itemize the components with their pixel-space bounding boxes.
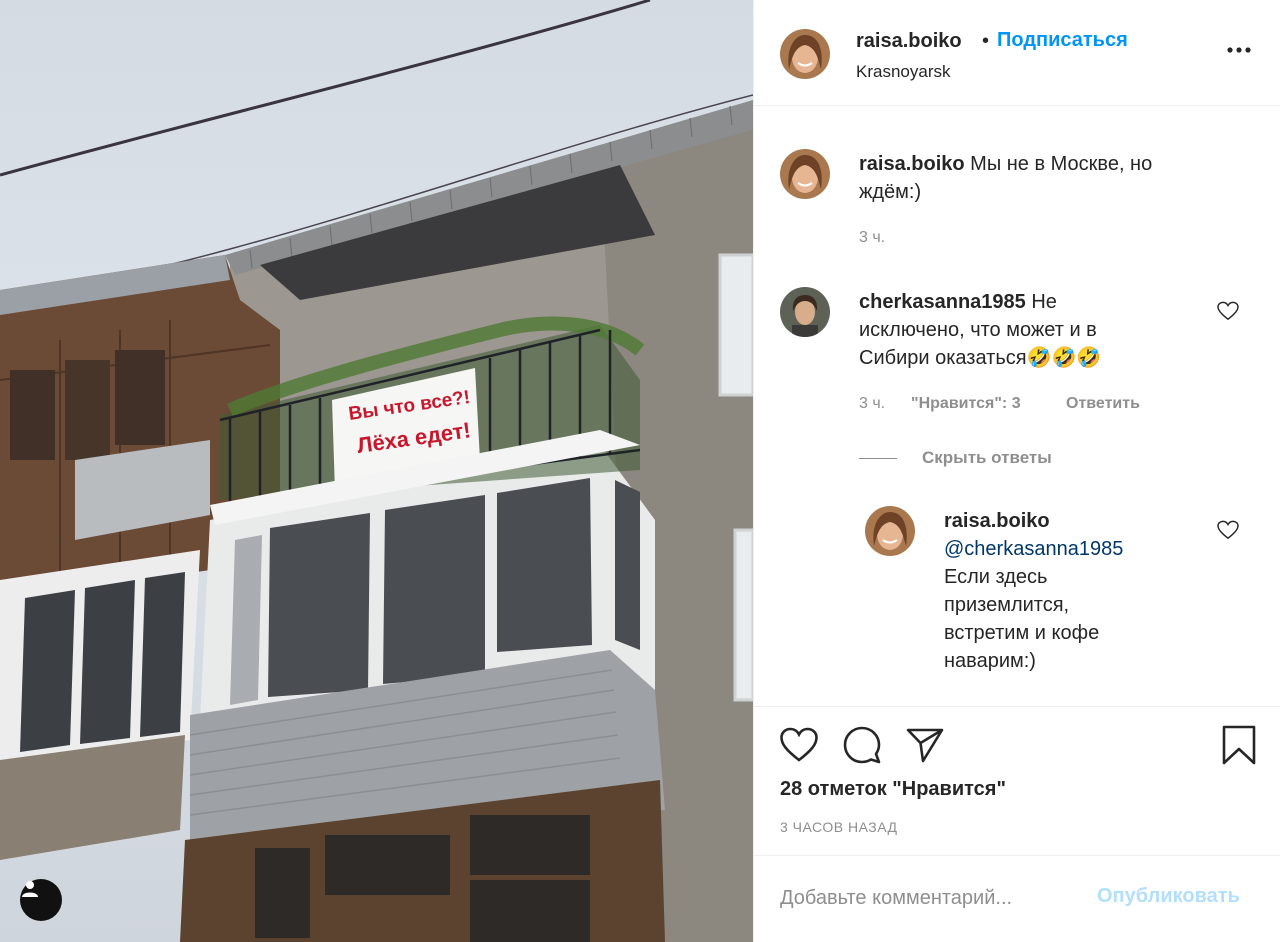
comment-likes[interactable]: "Нравится": 3	[911, 395, 1021, 413]
post-location[interactable]: Krasnoyarsk	[856, 62, 950, 82]
caption-time[interactable]: 3 ч.	[859, 229, 885, 247]
avatar-image	[865, 506, 915, 556]
comment-like-heart-icon[interactable]	[1217, 301, 1239, 321]
reply-avatar[interactable]	[865, 506, 915, 556]
post-sidebar: raisa.boiko • Подписаться Krasnoyarsk ra…	[753, 0, 1280, 942]
author-username[interactable]: raisa.boiko	[856, 30, 962, 53]
heart-icon[interactable]	[780, 727, 818, 763]
author-avatar[interactable]	[780, 29, 830, 79]
caption-text: Мы не в Москве, но	[964, 153, 1153, 175]
caption-avatar[interactable]	[780, 149, 830, 199]
send-icon[interactable]	[906, 727, 944, 763]
add-comment-input[interactable]	[780, 880, 1090, 916]
header-separator: •	[982, 30, 990, 52]
comment-username[interactable]: cherkasanna1985	[859, 291, 1026, 313]
post-photo[interactable]: Вы что все?! Лёха едет!	[0, 0, 753, 942]
reply-mention[interactable]: @cherkasanna1985	[944, 535, 1123, 563]
user-icon	[22, 881, 38, 897]
tagged-users-button[interactable]	[20, 879, 62, 921]
reply-line3: встретим и кофе	[944, 622, 1100, 644]
comment-line2: исключено, что может и в	[859, 319, 1097, 341]
caption-line2: ждём:)	[859, 181, 922, 203]
comment-text: Не	[1025, 291, 1057, 313]
comment-icon[interactable]	[843, 726, 881, 764]
caption-username[interactable]: raisa.boiko	[859, 153, 965, 175]
comment-box-divider	[754, 855, 1280, 856]
reply-like-heart-icon[interactable]	[1217, 520, 1239, 540]
comment-line1: cherkasanna1985 Не	[859, 288, 1057, 316]
avatar-image	[780, 149, 830, 199]
post-timestamp[interactable]: 3 ЧАСОВ НАЗАД	[780, 819, 898, 835]
avatar-image	[780, 287, 830, 337]
hide-replies-button[interactable]: Скрыть ответы	[922, 448, 1052, 468]
follow-button[interactable]: Подписаться	[997, 29, 1128, 52]
reply-line4: наварим:)	[944, 650, 1036, 672]
actions-divider	[754, 706, 1280, 707]
reply-username[interactable]: raisa.boiko	[944, 507, 1050, 535]
bookmark-icon[interactable]	[1222, 725, 1256, 765]
reply-line2: приземлится,	[944, 594, 1070, 616]
header-divider	[754, 105, 1280, 106]
caption-line1: raisa.boiko Мы не в Москве, но	[859, 150, 1152, 178]
publish-button[interactable]: Опубликовать	[1097, 885, 1240, 908]
more-icon[interactable]	[1226, 44, 1252, 56]
comment-line3: Сибири оказаться🤣🤣🤣	[859, 347, 1102, 369]
reply-line1: Если здесь	[944, 566, 1048, 588]
comment-time[interactable]: 3 ч.	[859, 395, 885, 413]
avatar-image	[780, 29, 830, 79]
reply-button[interactable]: Ответить	[1066, 395, 1140, 413]
replies-divider-line	[859, 458, 897, 459]
commenter-avatar[interactable]	[780, 287, 830, 337]
likes-count[interactable]: 28 отметок "Нравится"	[780, 778, 1006, 801]
building-illustration	[0, 0, 753, 942]
